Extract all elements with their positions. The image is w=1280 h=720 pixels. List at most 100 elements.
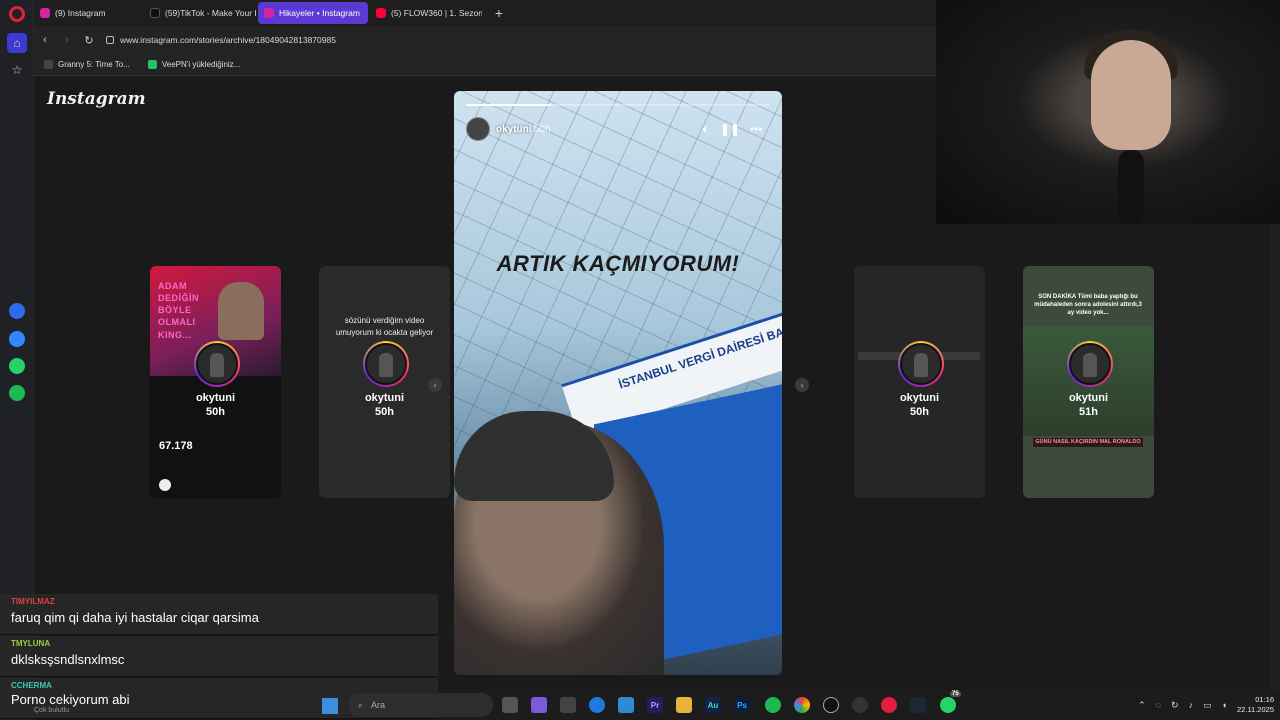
whatsapp-icon[interactable] [9,358,25,374]
card-headline: ADAM DEDİĞİN BÖYLE OLMALI KING... [158,281,200,340]
steam-icon[interactable] [910,697,926,713]
streamer-face [1091,40,1171,150]
microphone-icon[interactable]: ♪ [1189,700,1194,710]
network-icon[interactable]: ◌ [1156,700,1161,710]
clock-time: 01:16 [1255,694,1274,704]
instagram-favicon-icon [264,8,274,18]
tab-flow360[interactable]: (5) FLOW360 | 1. Sezon 2. [370,2,482,24]
avatar [194,341,240,387]
avatar [1067,341,1113,387]
chat-text: dklsksşsndlsnxlmsc [11,652,125,667]
aria-icon[interactable] [9,303,25,319]
instagram-logo[interactable]: Instagram [47,89,146,109]
task-view-icon[interactable] [502,697,518,713]
chevron-left-icon[interactable]: ‹ [428,378,442,392]
audition-icon[interactable]: Au [705,697,721,713]
youtube-favicon-icon [376,8,386,18]
tab-label: Hikayeler • Instagram [279,8,360,18]
story-card-3[interactable]: okytuni 50h [854,266,985,498]
story-username[interactable]: okytuni [496,124,532,135]
taskbar-search[interactable]: ⌕ Ara [348,693,493,717]
active-story[interactable]: İSTANBUL VERGİ DAİRESİ BAŞKAN okytuni 50… [454,91,782,675]
story-card-4[interactable]: SON DAKİKA Tümi baba yaptığı bu müdahale… [1023,266,1154,498]
spotify-icon [159,479,171,491]
tab-hikayeler[interactable]: Hikayeler • Instagram [258,2,368,24]
tiktok-favicon-icon [150,8,160,18]
volume-icon[interactable]: ◖ [1222,700,1227,710]
volume-icon[interactable]: 🔈︎ [698,121,714,137]
pause-icon[interactable]: ❚❚ [720,121,740,137]
search-icon: ⌕ [358,699,364,710]
opera-icon[interactable] [881,697,897,713]
tab-tiktok[interactable]: (59)TikTok - Make Your Da [144,2,256,24]
card-username: okytuni [1068,392,1109,404]
whatsapp-icon[interactable]: 75 [940,691,961,713]
chat-message: TMYLUNA dklsksşsndlsnxlmsc [0,636,438,677]
chat-username: CCHERMA [11,681,52,690]
premiere-icon[interactable]: Pr [647,697,663,713]
notification-badge: 75 [950,691,961,697]
address-field[interactable]: www.instagram.com/stories/archive/180490… [106,35,336,45]
webcam-overlay [936,0,1280,224]
opera-logo-icon[interactable] [9,6,25,22]
chrome-icon[interactable] [794,697,810,713]
story-age: 50h [534,124,551,135]
new-tab-button[interactable]: + [490,4,508,22]
bookmark-label: Granny 5: Time To... [58,60,130,69]
photoshop-icon[interactable]: Ps [734,697,750,713]
edge-icon[interactable] [589,697,605,713]
chat-text: faruq qim qi daha iyi hastalar ciqar qar… [11,610,259,625]
more-options-icon[interactable]: ••• [746,121,766,137]
card-age: 51h [1079,406,1098,418]
obs-icon[interactable] [852,697,868,713]
lock-icon [106,36,114,44]
story-headline: ARTIK KAÇMIYORUM! [496,251,740,276]
tab-instagram[interactable]: (9) Instagram [34,2,142,24]
story-card-1[interactable]: ADAM DEDİĞİN BÖYLE OLMALI KING... okytun… [150,266,281,498]
copilot-icon[interactable] [531,697,547,713]
sync-icon[interactable]: ↻ [1171,700,1179,711]
folder-icon[interactable] [676,697,692,713]
tab-label: (9) Instagram [55,8,106,18]
bookmark-granny[interactable]: Granny 5: Time To... [44,60,130,69]
avatar[interactable] [466,117,490,141]
spotify-icon[interactable] [765,697,781,713]
bookmarks-bar: Granny 5: Time To... VeePN'i yüklediğini… [34,54,936,76]
card-age: 50h [375,406,394,418]
tab-label: (59)TikTok - Make Your Da [165,8,256,18]
store-icon[interactable] [560,697,576,713]
card-headline: SON DAKİKA Tümi baba yaptığı bu müdahale… [1034,294,1142,316]
monitor-icon[interactable]: ▭ [1203,700,1212,711]
weather-text: Çok bulutlu [34,707,70,714]
card-photo [218,282,264,340]
screen: ⌂ ☆ (9) Instagram (59)TikTok - Make Your… [0,0,1280,720]
avatar [898,341,944,387]
system-tray: ⌃ ◌ ↻ ♪ ▭ ◖ 01:16 22.11.2025 [1138,690,1280,720]
notepad-icon[interactable] [618,697,634,713]
bookmark-star-icon[interactable]: ☆ [7,60,27,80]
scrollbar[interactable] [1270,224,1280,690]
back-icon[interactable]: ‹ [34,29,56,51]
tab-strip: (9) Instagram (59)TikTok - Make Your Da … [34,0,936,26]
search-placeholder: Ara [371,700,386,710]
windows-start-icon[interactable] [322,698,338,714]
card-age: 50h [206,406,225,418]
clock-date: 22.11.2025 [1237,705,1274,714]
home-icon[interactable]: ⌂ [7,33,27,53]
tab-label: (5) FLOW360 | 1. Sezon 2. [391,8,482,18]
card-username: okytuni [899,392,940,404]
spotify-icon[interactable] [9,385,25,401]
chevron-right-icon[interactable]: › [795,378,809,392]
address-bar-row: ‹ › ↻ www.instagram.com/stories/archive/… [34,26,936,54]
clock[interactable]: 01:16 22.11.2025 [1237,695,1274,715]
chat-message: TIMYILMAZ faruq qim qi daha iyi hastalar… [0,594,438,635]
app-icon[interactable] [823,697,839,713]
forward-icon[interactable]: › [56,29,78,51]
chat-username: TMYLUNA [11,639,51,648]
messenger-icon[interactable] [9,331,25,347]
card-badge: GÜNÜ NASIL KAÇIRDIN MAL RONALDO [1033,438,1143,447]
bookmark-veepn[interactable]: VeePN'i yüklediğiniz... [147,60,240,69]
reload-icon[interactable]: ↻ [78,29,100,51]
card-count: 67.178 [159,440,193,452]
chevron-up-icon[interactable]: ⌃ [1138,700,1146,711]
